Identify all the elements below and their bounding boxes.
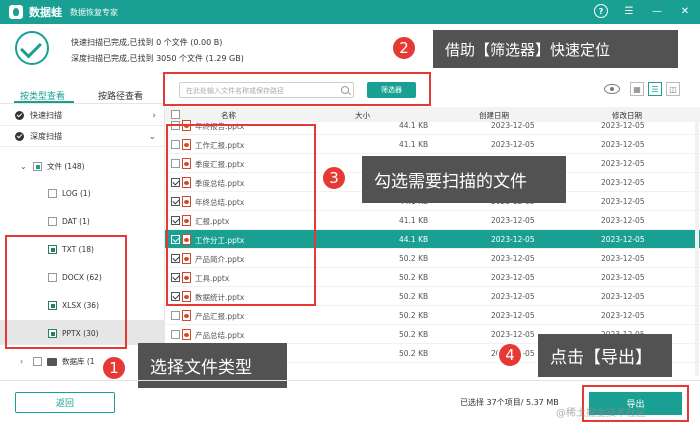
minimize-icon[interactable]: — <box>650 4 664 18</box>
check-circle-icon <box>15 111 24 120</box>
file-created-date: 2023-12-05 <box>491 235 535 244</box>
callout-check-files: 勾选需要扫描的文件 <box>362 156 566 203</box>
file-created-date: 2023-12-05 <box>491 330 535 339</box>
file-created-date: 2023-12-05 <box>491 292 535 301</box>
step-badge-1: 1 <box>101 355 127 381</box>
window-controls: ? ☰ — ✕ <box>594 4 692 18</box>
tree-item-dat[interactable]: DAT (1) <box>48 217 90 226</box>
file-modified-date: 2023-12-05 <box>601 273 645 282</box>
callout-export: 点击【导出】 <box>538 334 672 377</box>
preview-eye-icon[interactable] <box>604 84 620 94</box>
selection-summary: 已选择 37个项目/ 5.37 MB <box>460 398 559 407</box>
detail-view-icon[interactable]: ◫ <box>666 82 680 96</box>
title-bar: 数据蛙 数据恢复专家 ? ☰ — ✕ <box>0 0 700 24</box>
file-name: 产品总结.pptx <box>195 331 245 340</box>
close-icon[interactable]: ✕ <box>678 4 692 18</box>
file-selection-highlight <box>166 124 316 306</box>
tree-item-label: DAT (1) <box>62 217 90 226</box>
type-selection-highlight <box>5 235 127 349</box>
callout-file-type: 选择文件类型 <box>138 343 287 388</box>
tree-item-log[interactable]: LOG (1) <box>48 189 91 198</box>
row-checkbox[interactable] <box>171 311 180 320</box>
deep-scan-status: 深度扫描已完成,已找到 3050 个文件 (1.29 GB) <box>71 54 244 63</box>
pptx-file-icon <box>182 310 191 321</box>
help-icon[interactable]: ? <box>594 4 608 18</box>
file-modified-date: 2023-12-05 <box>601 140 645 149</box>
tree-item-label: LOG (1) <box>62 189 91 198</box>
file-modified-date: 2023-12-05 <box>601 235 645 244</box>
step-badge-2: 2 <box>391 35 417 61</box>
file-size: 50.2 KB <box>399 330 429 339</box>
check-circle-icon <box>15 132 24 141</box>
file-modified-date: 2023-12-05 <box>601 121 645 130</box>
file-size: 41.1 KB <box>399 216 429 225</box>
sidebar-deep-scan[interactable]: 深度扫描 ⌄ <box>0 127 164 147</box>
file-modified-date: 2023-12-05 <box>601 216 645 225</box>
file-modified-date: 2023-12-05 <box>601 292 645 301</box>
file-size: 41.1 KB <box>399 140 429 149</box>
tree-checkbox[interactable] <box>48 217 57 226</box>
back-button[interactable]: 返回 <box>15 392 115 413</box>
file-size: 50.2 KB <box>399 349 429 358</box>
caret-right-icon[interactable]: › <box>20 357 28 366</box>
file-size: 50.2 KB <box>399 254 429 263</box>
file-modified-date: 2023-12-05 <box>601 197 645 206</box>
file-created-date: 2023-12-05 <box>491 254 535 263</box>
divider <box>0 380 700 381</box>
file-name: 产品汇报.pptx <box>195 312 245 321</box>
grid-view-icon[interactable]: ▦ <box>630 82 644 96</box>
tree-checkbox[interactable] <box>33 162 42 171</box>
quick-scan-status: 快速扫描已完成,已找到 0 个文件 (0.00 B) <box>71 38 223 47</box>
caret-down-icon[interactable]: ⌄ <box>20 162 28 171</box>
frog-logo-icon <box>9 5 23 19</box>
callout-filter: 借助【筛选器】快速定位 <box>433 30 678 68</box>
step-badge-4: 4 <box>497 342 523 368</box>
file-size: 50.2 KB <box>399 292 429 301</box>
file-created-date: 2023-12-05 <box>491 311 535 320</box>
file-created-date: 2023-12-05 <box>491 216 535 225</box>
file-created-date: 2023-12-05 <box>491 273 535 282</box>
database-icon <box>47 357 57 366</box>
filter-highlight <box>163 72 431 106</box>
table-row[interactable]: 产品汇报.pptx 50.2 KB 2023-12-05 2023-12-05 <box>165 306 700 325</box>
menu-icon[interactable]: ☰ <box>622 4 636 18</box>
chevron-down-icon[interactable]: ⌄ <box>148 132 156 142</box>
tree-item-label: 文件 (148) <box>47 162 85 171</box>
sidebar-quick-scan-label: 快速扫描 <box>30 111 62 120</box>
tree-checkbox[interactable] <box>48 189 57 198</box>
file-size: 44.1 KB <box>399 121 429 130</box>
app-name: 数据蛙 <box>29 6 62 19</box>
chevron-right-icon[interactable]: › <box>152 111 156 121</box>
file-size: 50.2 KB <box>399 273 429 282</box>
file-modified-date: 2023-12-05 <box>601 159 645 168</box>
pptx-file-icon <box>182 329 191 340</box>
sidebar-deep-scan-label: 深度扫描 <box>30 132 62 141</box>
tab-by-path[interactable]: 按路径查看 <box>98 89 143 102</box>
divider <box>0 103 164 104</box>
file-created-date: 2023-12-05 <box>491 140 535 149</box>
sidebar-quick-scan[interactable]: 快速扫描 › <box>0 106 164 126</box>
tree-item-docs[interactable]: ⌄ 文件 (148) <box>20 161 85 172</box>
app-subtitle: 数据恢复专家 <box>70 7 118 17</box>
file-created-date: 2023-12-05 <box>491 121 535 130</box>
list-view-icon[interactable]: ☰ <box>648 82 662 96</box>
step-badge-3: 3 <box>321 165 347 191</box>
file-size: 44.1 KB <box>399 235 429 244</box>
view-toggle: ▦ ☰ ◫ <box>604 82 680 96</box>
scan-complete-icon <box>15 31 49 65</box>
tree-item-database[interactable]: › 数据库 (1 <box>20 356 95 367</box>
file-modified-date: 2023-12-05 <box>601 178 645 187</box>
file-modified-date: 2023-12-05 <box>601 254 645 263</box>
file-modified-date: 2023-12-05 <box>601 311 645 320</box>
file-size: 50.2 KB <box>399 311 429 320</box>
row-checkbox[interactable] <box>171 330 180 339</box>
scrollbar[interactable] <box>695 122 699 376</box>
tree-checkbox[interactable] <box>33 357 42 366</box>
tree-item-label: 数据库 (1 <box>62 357 95 366</box>
watermark: @稀土掘金技术社区 <box>556 408 646 419</box>
